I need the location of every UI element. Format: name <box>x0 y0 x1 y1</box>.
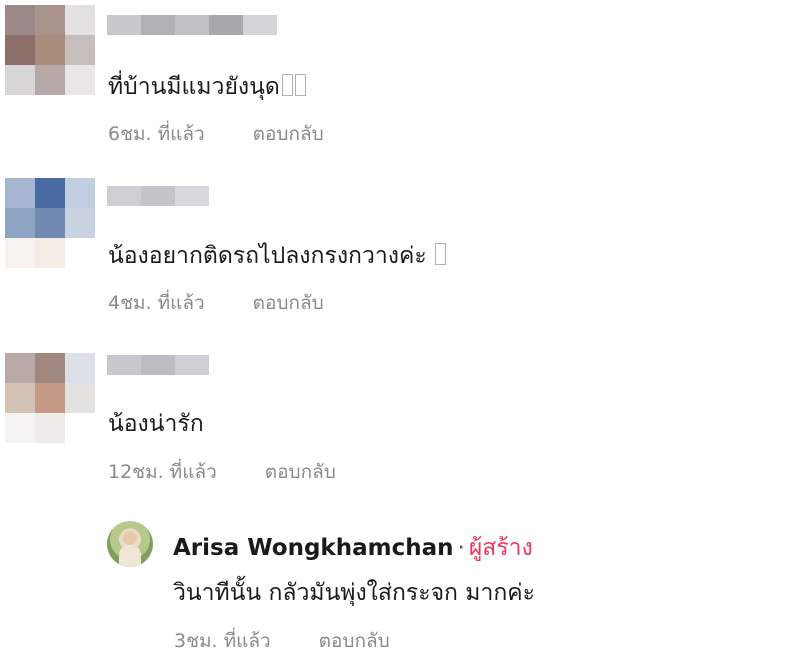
avatar-pixel <box>65 35 95 65</box>
name-blur-block <box>107 355 141 375</box>
avatar-pixel <box>65 208 95 238</box>
avatar-pixel <box>65 353 95 383</box>
comment-time: 6ชม. ที่แล้ว <box>108 123 205 145</box>
avatar-pixel <box>5 5 35 35</box>
avatar-pixel <box>65 238 95 268</box>
emoji-glyph <box>434 243 446 265</box>
avatar-pixel <box>35 353 65 383</box>
creator-name[interactable]: Arisa Wongkhamchan <box>173 535 454 561</box>
comment-item: ที่บ้านมีแมวยังนุด 6ชม. ที่แล้ว ตอบกลับ <box>0 0 800 150</box>
commenter-name-blurred[interactable] <box>107 15 277 55</box>
avatar-pixel <box>65 5 95 35</box>
avatar-pixel <box>5 208 35 238</box>
avatar-pixel <box>35 413 65 443</box>
comment-text: น้องน่ารัก <box>108 411 204 437</box>
avatar-pixel <box>65 413 95 443</box>
comment-time: 4ชม. ที่แล้ว <box>108 292 205 314</box>
avatar-pixel <box>5 383 35 413</box>
avatar-pixel <box>5 238 35 268</box>
commenter-name-blurred[interactable] <box>107 186 209 226</box>
avatar-face <box>123 531 137 545</box>
reply-text: วินาทีนั้น กลัวมันพุ่งใส่กระจก มากค่ะ <box>173 580 536 606</box>
avatar-pixel <box>5 178 35 208</box>
avatar-pixel <box>35 383 65 413</box>
reply-button[interactable]: ตอบกลับ <box>265 461 336 483</box>
avatar[interactable] <box>5 5 95 95</box>
comment-meta: 4ชม. ที่แล้ว ตอบกลับ <box>108 291 324 315</box>
commenter-name-blurred[interactable] <box>107 355 209 395</box>
avatar-body <box>119 545 141 567</box>
reply-meta: 3ชม. ที่แล้ว ตอบกลับ <box>174 629 390 653</box>
comment-meta: 12ชม. ที่แล้ว ตอบกลับ <box>108 460 336 484</box>
reply-button[interactable]: ตอบกลับ <box>253 123 324 145</box>
comment-time: 12ชม. ที่แล้ว <box>108 461 217 483</box>
name-blur-block <box>243 15 277 35</box>
avatar-pixel <box>5 353 35 383</box>
avatar-pixel <box>5 65 35 95</box>
reply-button[interactable]: ตอบกลับ <box>253 292 324 314</box>
comment-text: น้องอยากติดรถไปลงกรงกวางค่ะ <box>108 241 446 271</box>
avatar-pixel <box>35 208 65 238</box>
avatar-pixel <box>65 65 95 95</box>
avatar-pixel <box>5 413 35 443</box>
avatar-pixel <box>65 178 95 208</box>
avatar[interactable] <box>5 178 95 268</box>
name-blur-block <box>107 15 141 35</box>
avatar-pixel <box>35 5 65 35</box>
reply-header: Arisa Wongkhamchan · ผู้สร้าง <box>173 533 533 563</box>
emoji-glyph <box>294 74 306 96</box>
avatar-pixel <box>35 65 65 95</box>
name-blur-block <box>141 355 175 375</box>
comment-item: น้องอยากติดรถไปลงกรงกวางค่ะ 4ชม. ที่แล้ว… <box>0 170 800 320</box>
name-blur-block <box>107 186 141 206</box>
avatar-pixel <box>35 35 65 65</box>
name-blur-block <box>141 15 175 35</box>
emoji-glyph <box>281 74 293 96</box>
creator-badge: ผู้สร้าง <box>468 535 533 561</box>
avatar-pixel <box>5 35 35 65</box>
name-blur-block <box>175 186 209 206</box>
avatar-pixel <box>35 178 65 208</box>
separator-dot: · <box>457 535 465 561</box>
creator-avatar[interactable] <box>107 521 153 567</box>
avatar[interactable] <box>5 353 95 443</box>
avatar-pixel <box>65 383 95 413</box>
name-blur-block <box>175 355 209 375</box>
reply-time: 3ชม. ที่แล้ว <box>174 630 271 652</box>
name-blur-block <box>141 186 175 206</box>
comment-meta: 6ชม. ที่แล้ว ตอบกลับ <box>108 122 324 146</box>
comment-text: ที่บ้านมีแมวยังนุด <box>108 72 306 102</box>
name-blur-block <box>209 15 243 35</box>
comment-item: น้องน่ารัก 12ชม. ที่แล้ว ตอบกลับ <box>0 345 800 495</box>
reply-button[interactable]: ตอบกลับ <box>319 630 390 652</box>
avatar-pixel <box>35 238 65 268</box>
name-blur-block <box>175 15 209 35</box>
